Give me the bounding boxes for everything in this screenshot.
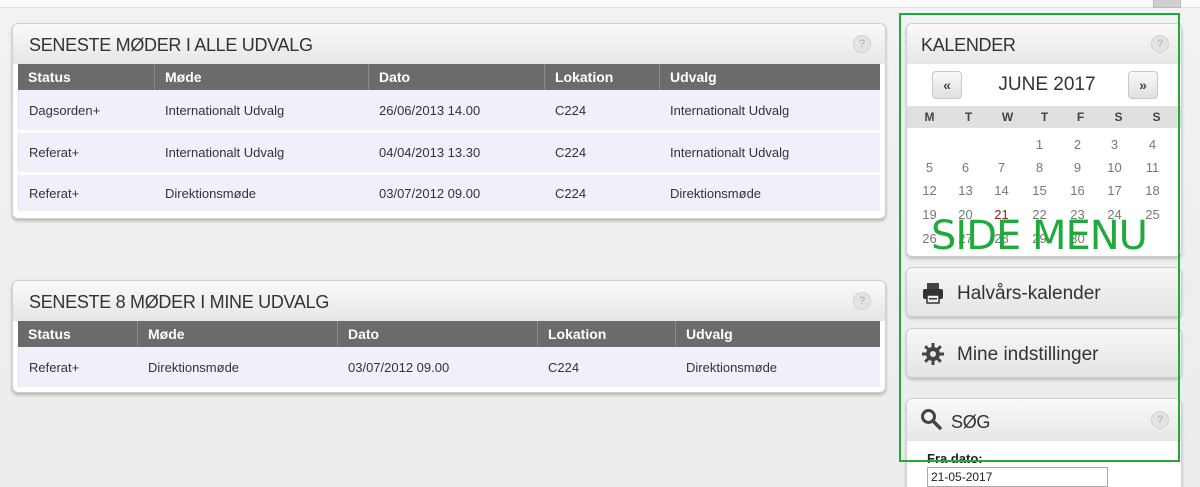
- cell-status[interactable]: Referat+: [18, 130, 155, 172]
- cell-meeting: Internationalt Udvalg: [155, 130, 369, 172]
- help-icon[interactable]: ?: [1151, 35, 1169, 53]
- calendar-day[interactable]: 18: [1134, 183, 1171, 198]
- my-settings-button[interactable]: Mine indstillinger: [906, 328, 1182, 378]
- calendar-day[interactable]: 4: [1134, 137, 1171, 152]
- from-date-label: Fra dato:: [927, 451, 983, 466]
- halfyear-calendar-button[interactable]: Halvårs-kalender: [906, 267, 1182, 317]
- table-header-row: Status Møde Dato Lokation Udvalg: [18, 64, 880, 90]
- side-menu-annotation: SIDE MENU: [931, 213, 1148, 259]
- search-title: SØG: [951, 412, 991, 432]
- col-location[interactable]: Lokation: [538, 321, 676, 347]
- cell-date: 04/04/2013 13.30: [369, 130, 545, 172]
- weekday-label: S: [1152, 110, 1161, 124]
- weekday-label: S: [1114, 110, 1123, 124]
- cell-location: C224: [545, 130, 660, 172]
- table-row[interactable]: Referat+ Direktionsmøde 03/07/2012 09.00…: [18, 347, 880, 387]
- cell-status[interactable]: Referat+: [18, 172, 155, 211]
- calendar-day[interactable]: 6: [947, 160, 984, 175]
- weekday-label: T: [964, 110, 973, 124]
- help-icon[interactable]: ?: [853, 292, 871, 310]
- calendar-day[interactable]: 16: [1059, 183, 1096, 198]
- calendar-header: KALENDER ?: [907, 24, 1181, 64]
- calendar-day[interactable]: 14: [983, 183, 1020, 198]
- calendar-day[interactable]: 17: [1096, 183, 1133, 198]
- cell-committee: Internationalt Udvalg: [660, 130, 880, 172]
- cell-location: C224: [538, 347, 676, 387]
- cell-date: 03/07/2012 09.00: [369, 172, 545, 211]
- prev-month-button[interactable]: «: [932, 71, 962, 99]
- calendar-day[interactable]: 10: [1096, 160, 1133, 175]
- panel-title: SENESTE 8 MØDER I MINE UDVALG: [29, 292, 330, 312]
- top-right-corner: [1153, 0, 1181, 8]
- col-meeting[interactable]: Møde: [138, 321, 338, 347]
- search-panel: SØG ? Fra dato:: [906, 398, 1182, 487]
- cell-location: C224: [545, 172, 660, 211]
- calendar-day[interactable]: 2: [1059, 137, 1096, 152]
- next-month-button[interactable]: »: [1128, 71, 1158, 99]
- panel-header: SENESTE 8 MØDER I MINE UDVALG ?: [13, 281, 885, 321]
- cell-committee: Direktionsmøde: [676, 347, 880, 387]
- latest-meetings-all-panel: SENESTE MØDER I ALLE UDVALG ? Status Mød…: [12, 23, 886, 219]
- table-row[interactable]: Referat+ Internationalt Udvalg 04/04/201…: [18, 130, 880, 172]
- magnifier-icon: [921, 409, 942, 430]
- col-committee[interactable]: Udvalg: [676, 321, 880, 347]
- calendar-day[interactable]: 15: [1021, 183, 1058, 198]
- col-status[interactable]: Status: [18, 321, 138, 347]
- cell-meeting: Direktionsmøde: [155, 172, 369, 211]
- weekday-label: F: [1076, 110, 1085, 124]
- col-committee[interactable]: Udvalg: [660, 64, 880, 90]
- gear-icon: [922, 343, 944, 365]
- col-location[interactable]: Lokation: [545, 64, 660, 90]
- col-status[interactable]: Status: [18, 64, 155, 90]
- table-row[interactable]: Dagsorden+ Internationalt Udvalg 26/06/2…: [18, 90, 880, 130]
- weekday-label: T: [1040, 110, 1049, 124]
- weekday-label: M: [924, 110, 935, 124]
- calendar-title: KALENDER: [921, 35, 1016, 55]
- col-date[interactable]: Dato: [338, 321, 538, 347]
- panel-header: SENESTE MØDER I ALLE UDVALG ?: [13, 24, 885, 64]
- calendar-day[interactable]: 9: [1059, 160, 1096, 175]
- printer-icon: [923, 283, 943, 304]
- from-date-input[interactable]: [927, 467, 1108, 487]
- cell-status[interactable]: Dagsorden+: [18, 90, 155, 130]
- calendar-day[interactable]: 7: [983, 160, 1020, 175]
- weekday-row: M T W T F S S: [907, 106, 1181, 128]
- table-row[interactable]: Referat+ Direktionsmøde 03/07/2012 09.00…: [18, 172, 880, 211]
- table-header-row: Status Møde Dato Lokation Udvalg: [18, 321, 880, 347]
- cell-date: 26/06/2013 14.00: [369, 90, 545, 130]
- calendar-day[interactable]: 11: [1134, 160, 1171, 175]
- help-icon[interactable]: ?: [1151, 411, 1169, 429]
- latest-meetings-mine-panel: SENESTE 8 MØDER I MINE UDVALG ? Status M…: [12, 280, 886, 393]
- cell-committee: Internationalt Udvalg: [660, 90, 880, 130]
- cell-meeting: Direktionsmøde: [138, 347, 338, 387]
- col-meeting[interactable]: Møde: [155, 64, 369, 90]
- top-strip: [0, 0, 1200, 8]
- my-settings-label: Mine indstillinger: [957, 344, 1099, 365]
- my-meetings-table: Status Møde Dato Lokation Udvalg Referat…: [18, 321, 880, 387]
- col-date[interactable]: Dato: [369, 64, 545, 90]
- calendar-month: JUNE 2017: [998, 74, 1096, 95]
- calendar-day[interactable]: 3: [1096, 137, 1133, 152]
- cell-meeting: Internationalt Udvalg: [155, 90, 369, 130]
- calendar-day[interactable]: 13: [947, 183, 984, 198]
- calendar-day[interactable]: 12: [911, 183, 948, 198]
- help-icon[interactable]: ?: [853, 35, 871, 53]
- cell-date: 03/07/2012 09.00: [338, 347, 538, 387]
- calendar-day[interactable]: 8: [1021, 160, 1058, 175]
- weekday-label: W: [1001, 110, 1014, 124]
- meetings-table: Status Møde Dato Lokation Udvalg Dagsord…: [18, 64, 880, 211]
- panel-title: SENESTE MØDER I ALLE UDVALG: [29, 35, 313, 55]
- halfyear-calendar-label: Halvårs-kalender: [957, 283, 1101, 304]
- calendar-day[interactable]: 1: [1021, 137, 1058, 152]
- cell-status[interactable]: Referat+: [18, 347, 138, 387]
- calendar-day[interactable]: 5: [911, 160, 948, 175]
- cell-location: C224: [545, 90, 660, 130]
- cell-committee: Direktionsmøde: [660, 172, 880, 211]
- search-header: SØG ?: [907, 399, 1181, 441]
